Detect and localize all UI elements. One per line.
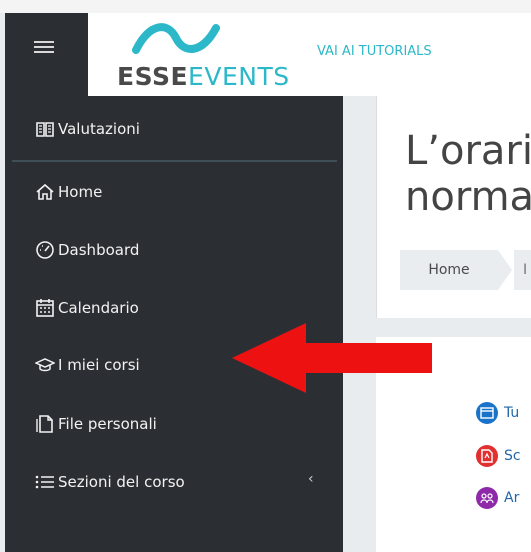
tutorials-link[interactable]: VAI AI TUTORIALS [317,44,432,59]
annotation-arrow-icon [232,323,432,393]
sidebar-item-label: Home [58,183,103,201]
logo[interactable]: ESSEEVENTS [117,20,307,92]
resource-label: Tu [504,405,520,421]
wave-logo-icon [132,23,220,54]
browser-top-strip [0,0,531,13]
resource-item-2[interactable]: Sc [476,445,521,467]
breadcrumb-separator [498,250,512,290]
home-icon [34,182,56,202]
files-icon [34,414,56,434]
sidebar-item-home[interactable]: Home [34,182,102,202]
book-open-icon [34,119,56,139]
window-icon [476,402,498,424]
sidebar-item-i-miei-corsi[interactable]: I miei corsi [34,355,140,375]
graduation-cap-icon [34,355,56,375]
sidebar-item-label: Calendario [58,299,139,317]
gauge-icon [34,240,56,260]
breadcrumb-home[interactable]: Home [400,250,498,290]
resource-item-1[interactable]: Tu [476,402,519,424]
sidebar-item-calendario[interactable]: Calendario [34,298,139,318]
page-title: L’orari norma [405,128,531,220]
resource-label: Sc [504,448,521,464]
sidebar-item-label: Dashboard [58,241,140,259]
sidebar-divider [12,160,337,162]
sidebar-item-file-personali[interactable]: File personali [34,414,157,434]
sidebar-item-valutazioni[interactable]: Valutazioni [34,119,140,139]
logo-wordmark: ESSEEVENTS [117,62,290,91]
list-icon [34,472,56,492]
page-title-line-2: norma [405,174,531,220]
sidebar-item-label: I miei corsi [58,356,140,374]
hamburger-menu-icon[interactable] [34,38,54,54]
page-title-line-1: L’orari [405,128,531,174]
sidebar-item-dashboard[interactable]: Dashboard [34,240,139,260]
breadcrumb-next[interactable]: I [514,250,531,290]
sidebar-item-sezioni-del-corso[interactable]: Sezioni del corso [34,472,185,492]
sidebar-item-label: Sezioni del corso [58,473,185,491]
chevron-left-icon[interactable]: ‹ [308,471,314,487]
sidebar-item-label: Valutazioni [58,120,140,138]
resource-label: Ar [504,490,520,506]
logo-bold-text: ESSE [117,62,189,91]
pdf-icon [476,445,498,467]
users-icon [476,487,498,509]
resource-item-3[interactable]: Ar [476,487,519,509]
calendar-icon [34,298,56,318]
sidebar-item-label: File personali [58,415,157,433]
logo-light-text: EVENTS [188,62,290,91]
